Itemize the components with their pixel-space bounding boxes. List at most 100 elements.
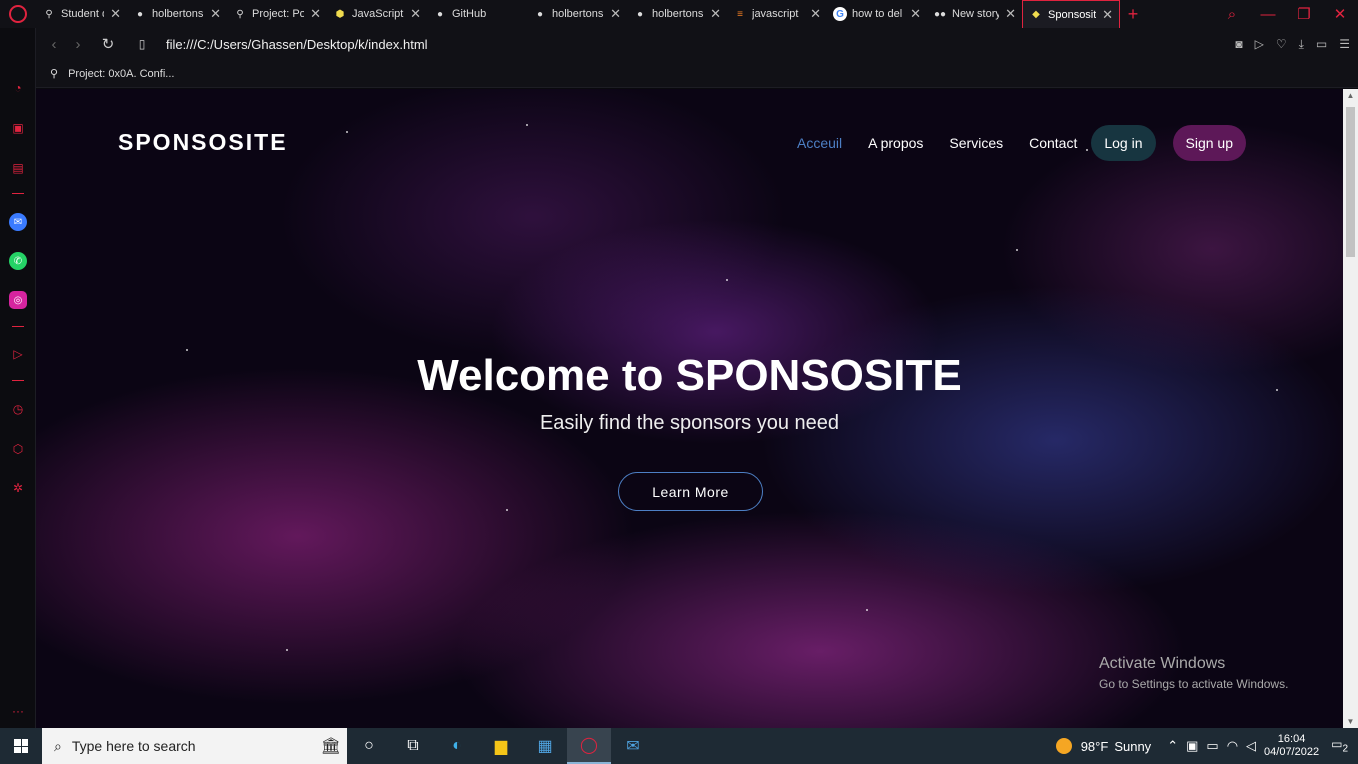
close-tab-icon[interactable]: ✕ — [1005, 6, 1016, 22]
back-icon[interactable]: ‹ — [42, 36, 66, 53]
nav-services[interactable]: Services — [949, 135, 1003, 151]
my-flow-icon[interactable]: ▣ — [9, 119, 27, 137]
close-tab-icon[interactable]: ✕ — [910, 6, 921, 22]
scroll-down-icon[interactable]: ▼ — [1343, 717, 1358, 726]
opera-menu-icon[interactable] — [0, 0, 36, 28]
close-tab-icon[interactable]: ✕ — [210, 6, 221, 22]
hero-subtitle: Easily find the sponsors you need — [539, 412, 840, 434]
tab[interactable]: ⚲Student da✕ — [36, 0, 127, 28]
bookmark-item[interactable]: Project: 0x0A. Confi... — [68, 68, 174, 80]
site-nav: Acceuil A propos Services Contact Log in… — [797, 125, 1246, 161]
clock-date: 04/07/2022 — [1264, 746, 1320, 758]
tab[interactable]: ● GitHub — [427, 0, 527, 28]
meet-now-icon[interactable]: ▣ — [1186, 738, 1198, 754]
history-icon[interactable]: ◷ — [9, 400, 27, 418]
mail-icon[interactable]: ✉ — [611, 728, 655, 764]
scroll-up-icon[interactable]: ▲ — [1343, 91, 1358, 100]
site-logo[interactable]: SPONSOSITE — [118, 129, 288, 156]
minimize-icon[interactable]: — — [1250, 6, 1286, 23]
clock[interactable]: 16:04 04/07/2022 — [1264, 733, 1319, 759]
github-icon: ● — [636, 8, 644, 20]
taskbar-search[interactable]: ⌕ Type here to search 🏛 — [42, 728, 347, 764]
close-tab-icon[interactable]: ✕ — [610, 6, 621, 22]
snapshot-icon[interactable]: ◙ — [1235, 37, 1242, 51]
heart-icon[interactable]: ♡ — [1276, 37, 1287, 51]
speed-dial-icon[interactable]: ◔ — [9, 79, 27, 97]
search-icon: ⌕ — [54, 737, 62, 754]
nav-acceuil[interactable]: Acceuil — [797, 135, 842, 151]
url-field[interactable]: file:///C:/Users/Ghassen/Desktop/k/index… — [166, 37, 428, 52]
messenger-icon[interactable]: ✉ — [9, 213, 27, 231]
extensions-icon[interactable]: ⬡ — [9, 440, 27, 458]
star — [726, 279, 728, 281]
battery-tray-icon[interactable]: ▭ — [1206, 738, 1218, 754]
weather-temp[interactable]: 98°F — [1081, 739, 1109, 754]
notifications-icon[interactable]: ▭2 — [1331, 737, 1348, 754]
tab[interactable]: ● holbertons ✕ — [527, 0, 627, 28]
learn-more-button[interactable]: Learn More — [618, 472, 763, 511]
tab[interactable]: ● holbertons ✕ — [127, 0, 227, 28]
windows-logo-icon — [14, 739, 28, 753]
player-icon[interactable]: ▷ — [9, 345, 27, 363]
tab[interactable]: ●● New story ✕ — [927, 0, 1022, 28]
signup-button[interactable]: Sign up — [1172, 125, 1246, 161]
edge-icon[interactable]: ◐ — [435, 728, 479, 764]
page-info-icon[interactable]: ▯ — [130, 37, 154, 51]
wifi-icon[interactable]: ◠ — [1227, 738, 1238, 754]
address-bar-tools: ◙ ▷ ♡ ⤓ ▭ ☰ — [1235, 28, 1350, 60]
tab[interactable]: ≡ javascript ✕ — [727, 0, 827, 28]
volume-icon[interactable]: ◁ — [1246, 738, 1256, 754]
forward-icon[interactable]: › — [66, 36, 90, 53]
easy-setup-icon[interactable]: ☰ — [1339, 37, 1350, 51]
weather-desc[interactable]: Sunny — [1114, 739, 1151, 754]
nav-contact[interactable]: Contact — [1029, 135, 1077, 151]
more-icon[interactable]: ··· — [9, 702, 27, 720]
search-tabs-icon[interactable]: ⌕ — [1214, 6, 1250, 23]
send-icon[interactable]: ▷ — [1255, 37, 1264, 51]
opera-taskbar-icon[interactable]: ◯ — [567, 728, 611, 764]
close-tab-icon[interactable]: ✕ — [1102, 7, 1113, 23]
search-placeholder: Type here to search — [71, 738, 196, 754]
watermark-subtitle: Go to Settings to activate Windows. — [1099, 677, 1289, 691]
download-icon[interactable]: ⤓ — [1299, 37, 1304, 52]
windows-taskbar: ⌕ Type here to search 🏛 ○ ⧉ ◐ ▆ ▦ ◯ ✉ 98… — [0, 728, 1358, 764]
holberton-icon: ⚲ — [236, 8, 244, 20]
close-tab-icon[interactable]: ✕ — [710, 6, 721, 22]
js-icon: ⬢ — [335, 8, 345, 20]
github-icon: ● — [136, 8, 144, 20]
store-icon[interactable]: ▦ — [523, 728, 567, 764]
cortana-icon[interactable]: ○ — [347, 728, 391, 764]
close-tab-icon[interactable]: ✕ — [410, 6, 421, 22]
reload-icon[interactable]: ↻ — [96, 35, 120, 53]
file-explorer-icon[interactable]: ▆ — [479, 728, 523, 764]
settings-gear-icon[interactable]: ✲ — [9, 479, 27, 497]
task-view-icon[interactable]: ⧉ — [391, 728, 435, 764]
restore-icon[interactable]: ❐ — [1286, 5, 1322, 23]
star — [346, 131, 348, 133]
close-tab-icon[interactable]: ✕ — [310, 6, 321, 22]
tray-chevron-icon[interactable]: ⌃ — [1167, 738, 1178, 754]
tab-active[interactable]: ◆Sponsosite✕ — [1022, 0, 1120, 28]
tab[interactable]: ● holbertons ✕ — [627, 0, 727, 28]
stackoverflow-icon: ≡ — [737, 8, 743, 20]
login-button[interactable]: Log in — [1091, 125, 1156, 161]
weather-sun-icon[interactable] — [1055, 738, 1072, 754]
new-tab-icon[interactable]: + — [1120, 4, 1146, 25]
close-tab-icon[interactable]: ✕ — [110, 6, 121, 22]
tab[interactable]: ⬢ JavaScript ✕ — [327, 0, 427, 28]
close-window-icon[interactable]: ✕ — [1322, 5, 1358, 23]
tab[interactable]: Ghow to del ✕ — [827, 0, 927, 28]
tab[interactable]: ⚲ Project: Po ✕ — [227, 0, 327, 28]
nav-apropos[interactable]: A propos — [868, 135, 923, 151]
web-page: SPONSOSITE Acceuil A propos Services Con… — [36, 89, 1343, 728]
scrollbar-thumb[interactable] — [1346, 107, 1355, 257]
page-scrollbar[interactable]: ▲ ▼ — [1343, 89, 1358, 728]
tab-bar: ⚲Student da✕ ●holbertons✕ ⚲Project: Po✕ … — [0, 0, 1358, 28]
battery-icon[interactable]: ▭ — [1316, 37, 1327, 51]
sponsosite-icon: ◆ — [1032, 9, 1040, 20]
instagram-icon[interactable]: ◎ — [9, 291, 27, 309]
whatsapp-icon[interactable]: ✆ — [9, 252, 27, 270]
twitch-icon[interactable]: ▤ — [9, 159, 27, 177]
close-tab-icon[interactable]: ✕ — [810, 6, 821, 22]
start-button[interactable] — [0, 728, 42, 764]
